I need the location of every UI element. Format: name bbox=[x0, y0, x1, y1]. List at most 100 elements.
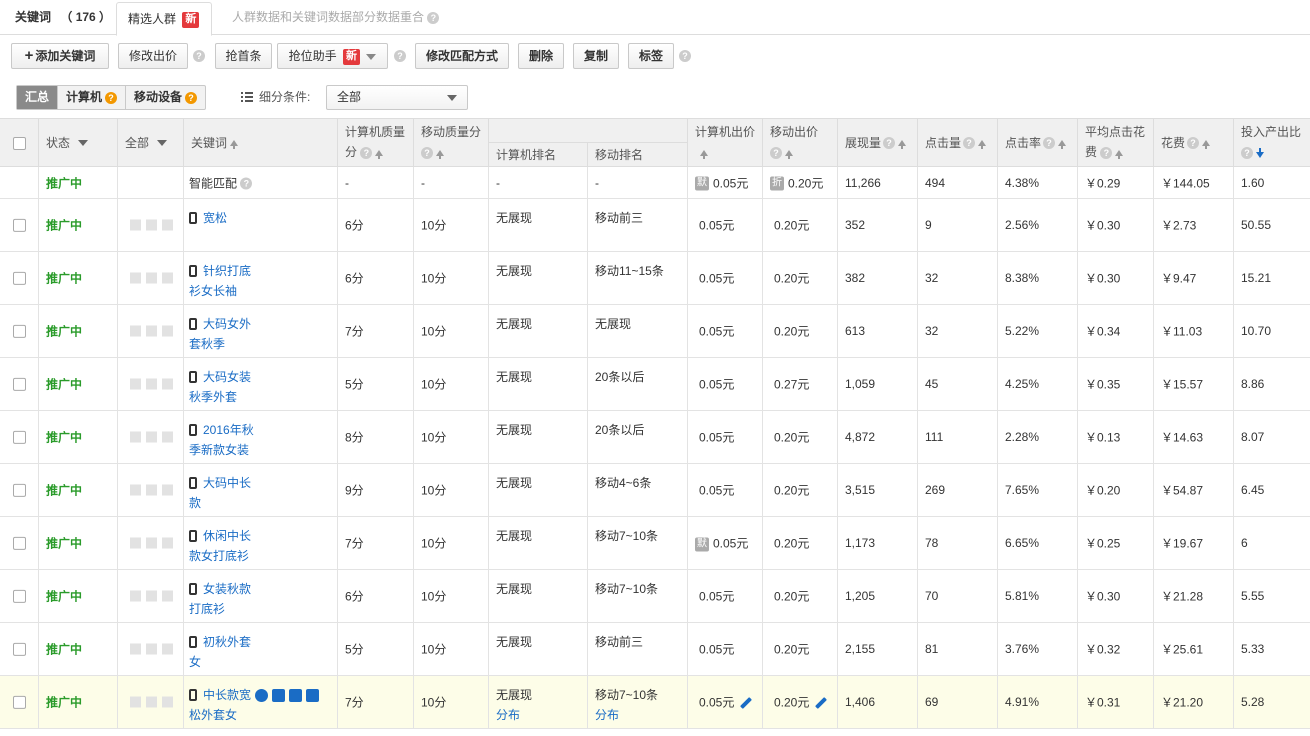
copy-button[interactable]: 复制 bbox=[573, 43, 619, 69]
grab-assistant-button[interactable]: 抢位助手 新 bbox=[277, 43, 388, 69]
keyword-text[interactable]: 女装秋款 bbox=[203, 582, 251, 596]
delete-button[interactable]: 删除 bbox=[518, 43, 564, 69]
segment-mobile[interactable]: 移动设备? bbox=[126, 86, 205, 109]
grab-top-button[interactable]: 抢首条 bbox=[215, 43, 272, 69]
row-checkbox[interactable] bbox=[13, 378, 26, 392]
keyword-text-line2[interactable]: 套秋季 bbox=[189, 334, 329, 354]
keyword-text-line2[interactable]: 衫女长袖 bbox=[189, 281, 329, 301]
select-all-checkbox[interactable] bbox=[12, 136, 26, 150]
header-all[interactable]: 全部 bbox=[118, 119, 184, 167]
header-clicks[interactable]: 点击量? bbox=[918, 119, 998, 167]
pc-quality-text: 6分 bbox=[345, 589, 364, 604]
segment-computer[interactable]: 计算机? bbox=[58, 86, 127, 109]
row-checkbox[interactable] bbox=[13, 537, 26, 551]
impressions-text: 382 bbox=[845, 271, 866, 285]
keyword-text-line2[interactable]: 款 bbox=[189, 493, 329, 513]
keyword-text[interactable]: 中长款宽 bbox=[203, 688, 251, 702]
keyword-text-line2[interactable]: 款女打底衫 bbox=[189, 546, 329, 566]
distribution-link[interactable]: 分布 bbox=[595, 705, 658, 725]
help-icon[interactable]: ? bbox=[427, 11, 440, 24]
help-icon[interactable]: ? bbox=[105, 91, 118, 104]
impressions-cell: 352 bbox=[838, 199, 918, 251]
help-icon[interactable]: ? bbox=[1100, 146, 1113, 159]
avg-cpc-text: ￥0.30 bbox=[1085, 271, 1121, 286]
trash-icon[interactable] bbox=[306, 689, 320, 703]
header-avg-cpc[interactable]: 平均点击花 费 ? bbox=[1078, 119, 1154, 167]
edit-pencil-icon[interactable] bbox=[815, 697, 827, 709]
help-icon[interactable]: ? bbox=[679, 50, 691, 62]
help-icon[interactable]: ? bbox=[883, 137, 896, 149]
segment-summary[interactable]: 汇总 bbox=[17, 86, 59, 109]
edit-match-button[interactable]: 修改匹配方式 bbox=[415, 43, 509, 69]
mobile-quality-cell: 10分 bbox=[414, 199, 489, 251]
add-keyword-button[interactable]: + 添加关键词 bbox=[11, 43, 109, 69]
header-pc-quality-label-2: 分 bbox=[345, 145, 358, 159]
row-checkbox[interactable] bbox=[13, 219, 26, 233]
pc-rank-text: 无展现 bbox=[496, 423, 533, 437]
keyword-text-line2[interactable]: 季新款女装 bbox=[189, 440, 329, 460]
help-icon[interactable]: ? bbox=[770, 146, 782, 159]
edit-pencil-icon[interactable] bbox=[740, 697, 752, 709]
help-icon[interactable]: ? bbox=[963, 137, 976, 149]
header-impressions[interactable]: 展现量? bbox=[838, 119, 918, 167]
help-icon[interactable]: ? bbox=[360, 146, 373, 159]
keyword-text[interactable]: 大码中长 bbox=[203, 476, 251, 490]
help-icon[interactable]: ? bbox=[421, 146, 433, 159]
keyword-text[interactable]: 初秋外套 bbox=[203, 635, 251, 649]
impressions-cell: 3,515 bbox=[838, 464, 918, 516]
keyword-cell: 宽松 bbox=[184, 199, 338, 251]
header-pc-quality[interactable]: 计算机质量 分 ? bbox=[338, 119, 414, 167]
help-icon[interactable]: ? bbox=[394, 50, 406, 62]
pc-quality-text: 6分 bbox=[345, 271, 364, 286]
keyword-text[interactable]: 大码女装 bbox=[203, 370, 251, 384]
mobile-rank-text: 移动前三 bbox=[595, 635, 644, 649]
pc-quality-cell: 8分 bbox=[338, 411, 414, 463]
row-checkbox[interactable] bbox=[13, 484, 26, 498]
header-cost[interactable]: 花费? bbox=[1154, 119, 1234, 167]
tab-crowd-label: 精选人群 bbox=[128, 12, 177, 26]
header-keyword[interactable]: 关键词 bbox=[184, 119, 338, 167]
impressions-cell: 4,872 bbox=[838, 411, 918, 463]
header-pc-bid[interactable]: 计算机出价 bbox=[688, 119, 763, 167]
tag-button[interactable]: 标签 bbox=[628, 43, 674, 69]
keyword-text[interactable]: 2016年秋 bbox=[203, 423, 254, 437]
report-icon[interactable] bbox=[272, 689, 286, 703]
keyword-text[interactable]: 针织打底 bbox=[203, 264, 251, 278]
row-checkbox[interactable] bbox=[13, 696, 26, 710]
trend-chart-icon[interactable] bbox=[289, 689, 303, 703]
header-roi-label: 投入产出比 bbox=[1241, 125, 1302, 139]
header-ctr[interactable]: 点击率? bbox=[998, 119, 1078, 167]
help-icon[interactable]: ? bbox=[1241, 146, 1253, 159]
clicks-cell: 78 bbox=[918, 517, 998, 569]
keyword-text-line2[interactable]: 打底衫 bbox=[189, 599, 329, 619]
keyword-text[interactable]: 休闲中长 bbox=[203, 529, 251, 543]
row-checkbox[interactable] bbox=[13, 272, 26, 286]
help-icon[interactable]: ? bbox=[1187, 137, 1200, 149]
header-mobile-quality[interactable]: 移动质量分 ? bbox=[414, 119, 489, 167]
target-icon[interactable] bbox=[255, 689, 269, 703]
pc-quality-cell: 6分 bbox=[338, 570, 414, 622]
row-checkbox[interactable] bbox=[13, 325, 26, 339]
condition-select[interactable]: 全部 bbox=[326, 85, 468, 110]
header-mobile-bid[interactable]: 移动出价 ? bbox=[763, 119, 838, 167]
help-icon[interactable]: ? bbox=[193, 50, 205, 62]
keyword-text-line2[interactable]: 女 bbox=[189, 652, 329, 672]
help-icon[interactable]: ? bbox=[1043, 137, 1056, 149]
row-checkbox[interactable] bbox=[13, 643, 26, 657]
help-icon[interactable]: ? bbox=[185, 91, 198, 104]
header-roi[interactable]: 投入产出比 ? bbox=[1234, 119, 1310, 167]
tab-keywords[interactable]: 关键词 （ 176 ） bbox=[15, 0, 111, 35]
keyword-text[interactable]: 宽松 bbox=[203, 211, 227, 225]
edit-bid-button[interactable]: 修改出价 bbox=[118, 43, 188, 69]
tab-crowd[interactable]: 精选人群 新 bbox=[116, 2, 212, 36]
keyword-text-line2[interactable]: 松外套女 bbox=[189, 705, 329, 725]
help-icon[interactable]: ? bbox=[240, 177, 253, 190]
pc-quality-cell: 7分 bbox=[338, 305, 414, 357]
mobile-bid-cell: 0.20元 bbox=[763, 570, 838, 622]
row-checkbox[interactable] bbox=[13, 431, 26, 445]
keyword-text[interactable]: 大码女外 bbox=[203, 317, 251, 331]
keyword-text-line2[interactable]: 秋季外套 bbox=[189, 387, 329, 407]
distribution-link[interactable]: 分布 bbox=[496, 705, 532, 725]
row-checkbox[interactable] bbox=[13, 590, 26, 604]
header-status[interactable]: 状态 bbox=[39, 119, 118, 167]
